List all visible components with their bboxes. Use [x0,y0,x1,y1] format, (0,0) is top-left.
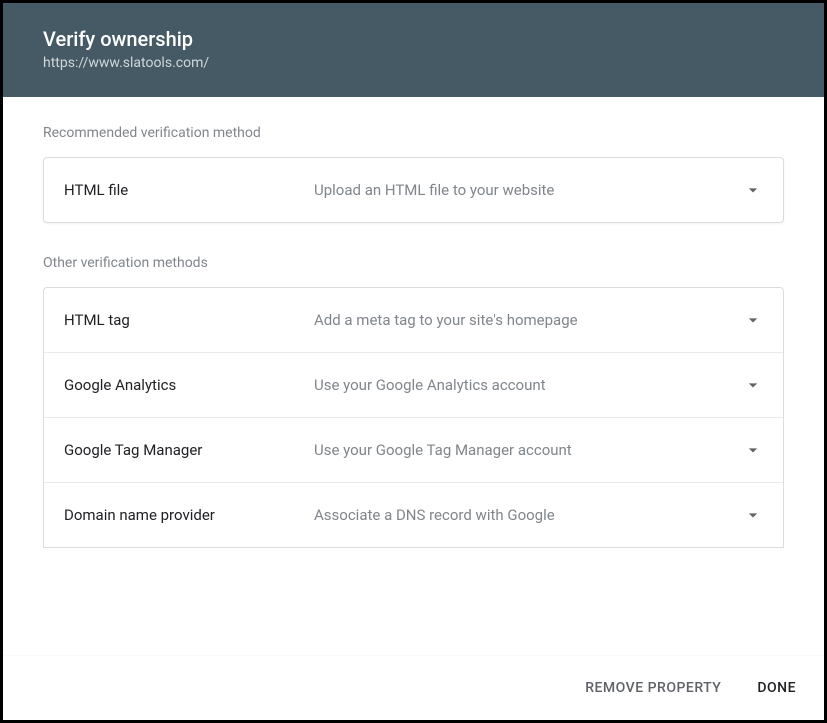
method-description: Add a meta tag to your site's homepage [314,311,743,329]
chevron-down-icon [743,440,763,460]
dialog-subtitle: https://www.slatools.com/ [43,55,784,71]
method-row-html-file[interactable]: HTML file Upload an HTML file to your we… [44,158,783,222]
dialog-header: Verify ownership https://www.slatools.co… [3,3,824,97]
method-row-html-tag[interactable]: HTML tag Add a meta tag to your site's h… [44,288,783,353]
method-description: Associate a DNS record with Google [314,506,743,524]
chevron-down-icon [743,505,763,525]
method-name: Google Analytics [64,376,314,394]
method-name: HTML tag [64,311,314,329]
method-description: Use your Google Analytics account [314,376,743,394]
method-description: Upload an HTML file to your website [314,181,743,199]
method-name: Google Tag Manager [64,441,314,459]
method-row-domain-name-provider[interactable]: Domain name provider Associate a DNS rec… [44,483,783,547]
chevron-down-icon [743,375,763,395]
recommended-method-card: HTML file Upload an HTML file to your we… [43,157,784,223]
method-name: Domain name provider [64,506,314,524]
dialog-content: Recommended verification method HTML fil… [3,97,824,655]
dialog-title: Verify ownership [43,27,784,51]
method-description: Use your Google Tag Manager account [314,441,743,459]
chevron-down-icon [743,310,763,330]
recommended-section-label: Recommended verification method [43,125,784,141]
other-section-label: Other verification methods [43,255,784,271]
done-button[interactable]: DONE [753,672,800,704]
other-methods-list: HTML tag Add a meta tag to your site's h… [43,287,784,548]
remove-property-button[interactable]: REMOVE PROPERTY [581,672,725,704]
method-row-google-tag-manager[interactable]: Google Tag Manager Use your Google Tag M… [44,418,783,483]
chevron-down-icon [743,180,763,200]
dialog-footer: REMOVE PROPERTY DONE [3,655,824,720]
method-row-google-analytics[interactable]: Google Analytics Use your Google Analyti… [44,353,783,418]
method-name: HTML file [64,181,314,199]
